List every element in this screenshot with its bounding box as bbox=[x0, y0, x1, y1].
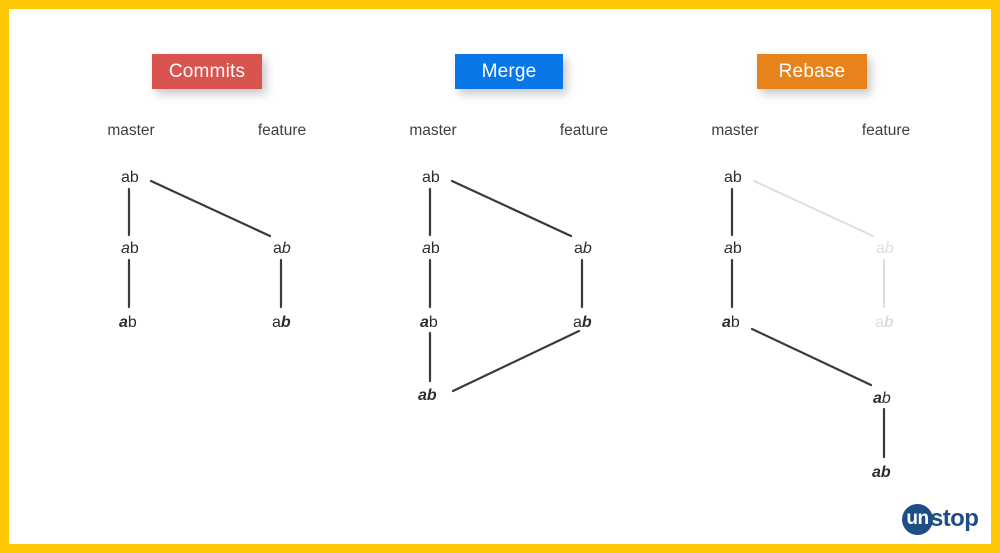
commit-char: a bbox=[121, 169, 130, 186]
commit-char: a bbox=[876, 240, 885, 257]
commit-char: a bbox=[422, 240, 431, 257]
commit-node-commits-c-m2: ab bbox=[121, 241, 139, 257]
branch-label-merge-master: master bbox=[409, 122, 457, 139]
commit-node-merge-g-m2: ab bbox=[422, 241, 440, 257]
commit-node-merge-g-f2: ab bbox=[573, 315, 592, 331]
commit-char: b bbox=[428, 314, 438, 331]
unstop-logo-circle-icon: un bbox=[902, 504, 933, 535]
branch-label-merge-feature: feature bbox=[559, 122, 609, 139]
commit-char: a bbox=[119, 314, 128, 331]
commit-char: a bbox=[273, 240, 282, 257]
commit-char: b bbox=[430, 240, 440, 257]
commit-char: b bbox=[732, 240, 742, 257]
section-title-commits: Commits bbox=[152, 54, 262, 89]
branch-label-rebase-feature: feature bbox=[861, 122, 911, 139]
unstop-logo-un-text: un bbox=[906, 508, 929, 529]
commit-edge-rebase-4 bbox=[750, 327, 873, 387]
commit-node-merge-g-m4: ab bbox=[418, 388, 437, 404]
commit-node-commits-c-f1: ab bbox=[273, 241, 291, 257]
commit-char: a bbox=[420, 314, 429, 331]
commit-char: a bbox=[121, 240, 130, 257]
commit-char: b bbox=[127, 314, 137, 331]
commit-char: b bbox=[430, 169, 440, 186]
commit-node-rebase-r-g2: ab bbox=[875, 315, 894, 331]
commit-node-commits-c-m1: ab bbox=[121, 170, 139, 186]
commit-node-merge-g-f1: ab bbox=[574, 241, 592, 257]
commit-node-commits-c-f2: ab bbox=[272, 315, 291, 331]
section-title-merge: Merge bbox=[455, 54, 563, 89]
diagram-canvas: Commits master feature ab ab ab ab ab Merge maste… bbox=[0, 0, 1000, 553]
commit-char: a bbox=[574, 240, 583, 257]
commit-char: a bbox=[724, 240, 733, 257]
commit-char: a bbox=[422, 169, 431, 186]
commit-char: a bbox=[418, 387, 427, 404]
commit-node-rebase-r-m2: ab bbox=[724, 241, 742, 257]
commit-node-rebase-r-f1: ab bbox=[873, 391, 891, 407]
commit-edge-commits-2 bbox=[149, 179, 272, 238]
unstop-logo-word-text: stop bbox=[930, 504, 979, 532]
commit-char: a bbox=[875, 314, 884, 331]
section-title-rebase: Rebase bbox=[757, 54, 867, 89]
commit-char: b bbox=[883, 314, 894, 331]
commit-char: b bbox=[884, 240, 894, 257]
unstop-logo: un stop bbox=[902, 504, 979, 535]
commit-char: b bbox=[281, 240, 291, 257]
commit-node-commits-c-m3: ab bbox=[119, 315, 137, 331]
commit-char: a bbox=[573, 314, 582, 331]
branch-label-commits-master: master bbox=[107, 122, 155, 139]
commit-node-rebase-r-f2: ab bbox=[872, 465, 891, 481]
commit-node-rebase-r-g1: ab bbox=[876, 241, 894, 257]
commit-char: a bbox=[872, 464, 881, 481]
commit-node-rebase-r-m3: ab bbox=[722, 315, 740, 331]
diagram-stage: Commits master feature ab ab ab ab ab Merge maste… bbox=[9, 9, 991, 544]
commit-node-merge-g-m3: ab bbox=[420, 315, 438, 331]
commit-edge-rebase-2 bbox=[753, 180, 874, 237]
commit-char: b bbox=[129, 169, 139, 186]
commit-edge-layer bbox=[127, 179, 886, 459]
commit-char: a bbox=[724, 169, 733, 186]
commit-char: b bbox=[880, 464, 891, 481]
commit-char: b bbox=[881, 390, 891, 407]
commit-char: b bbox=[730, 314, 740, 331]
commit-char: b bbox=[426, 387, 437, 404]
commit-char: a bbox=[873, 390, 882, 407]
branch-label-rebase-master: master bbox=[711, 122, 759, 139]
commit-char: a bbox=[272, 314, 281, 331]
commit-char: a bbox=[722, 314, 731, 331]
commit-edge-merge-3 bbox=[450, 179, 573, 238]
commit-char: b bbox=[581, 314, 592, 331]
commit-char: b bbox=[280, 314, 291, 331]
commit-edge-merge-5 bbox=[451, 329, 581, 393]
commit-char: b bbox=[732, 169, 742, 186]
commit-node-merge-g-m1: ab bbox=[422, 170, 440, 186]
commit-char: b bbox=[582, 240, 592, 257]
commit-char: b bbox=[129, 240, 139, 257]
commit-node-rebase-r-m1: ab bbox=[724, 170, 742, 186]
branch-label-commits-feature: feature bbox=[257, 122, 307, 139]
